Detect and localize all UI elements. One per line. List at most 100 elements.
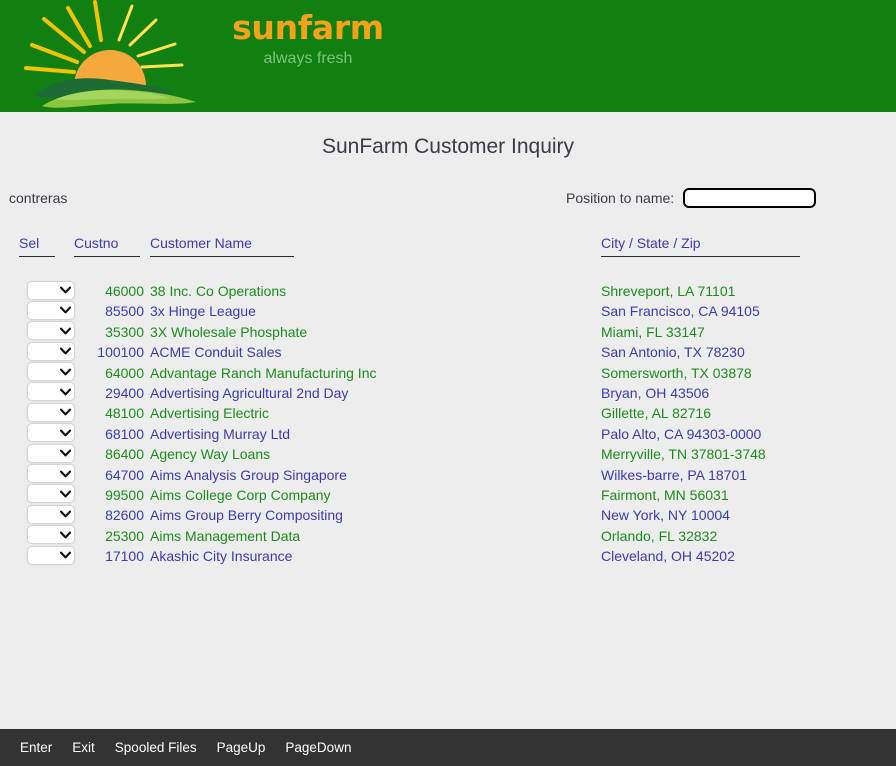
- table-row: 68100 Advertising Murray Ltd Palo Alto, CA…: [0, 422, 896, 444]
- cell-custno: 86400: [105, 446, 144, 463]
- row-select-cell: [27, 524, 75, 545]
- cell-customer-name: Akashic City Insurance: [150, 548, 293, 565]
- row-select-cell: [27, 483, 75, 504]
- context-bar: contreras Position to name:: [0, 182, 896, 216]
- row-select-cell: [27, 422, 75, 443]
- row-action-select-wrap: [27, 362, 75, 382]
- row-select-cell: [27, 299, 75, 320]
- cell-city-state-zip: Merryville, TN 37801-3748: [601, 446, 766, 463]
- row-action-select[interactable]: [27, 545, 75, 565]
- cell-customer-name: Advantage Ranch Manufacturing Inc: [150, 364, 377, 381]
- row-select-cell: [27, 381, 75, 402]
- row-action-select[interactable]: [27, 443, 75, 463]
- row-action-select-wrap: [27, 464, 75, 484]
- row-action-select[interactable]: [27, 341, 75, 361]
- brand-lockup: sunfarm always fresh: [158, 8, 458, 69]
- table-row: 85500 3x Hinge League San Francisco, CA 94…: [0, 299, 896, 321]
- table-row: 48100 Advertising Electric Gillette, AL 82…: [0, 401, 896, 423]
- cell-custno: 29400: [105, 384, 144, 401]
- row-action-select-wrap: [27, 484, 75, 504]
- table-row: 64700 Aims Analysis Group Singapore Wilkes…: [0, 464, 896, 485]
- brand-tagline: always fresh: [263, 50, 353, 67]
- function-key-enter[interactable]: Enter: [10, 736, 62, 760]
- cell-customer-name: Advertising Agricultural 2nd Day: [150, 384, 349, 401]
- row-select-cell: [27, 503, 75, 524]
- column-header-customer-name[interactable]: Customer Name: [150, 234, 294, 257]
- table-row: 29400 Advertising Agricultural 2nd Day Bry…: [0, 381, 896, 403]
- cell-custno: 82600: [105, 507, 144, 524]
- function-key-exit[interactable]: Exit: [62, 736, 105, 760]
- column-header-city-state-zip[interactable]: City / State / Zip: [601, 234, 800, 257]
- column-header-custno[interactable]: Custno: [74, 234, 140, 257]
- cell-city-state-zip: Palo Alto, CA 94303-0000: [601, 425, 762, 442]
- row-action-select[interactable]: [27, 280, 75, 300]
- cell-city-state-zip: New York, NY 10004: [601, 507, 730, 524]
- brand-name: sunfarm: [232, 8, 384, 47]
- row-select-cell: [27, 401, 75, 422]
- row-action-select[interactable]: [27, 382, 75, 402]
- cell-custno: 17100: [105, 548, 144, 565]
- app-header-banner: sunfarm always fresh: [0, 0, 896, 112]
- position-to-name-input[interactable]: [683, 188, 817, 208]
- cell-city-state-zip: Orlando, FL 32832: [601, 527, 718, 544]
- row-action-select-wrap: [27, 504, 75, 524]
- table-row: 64000 Advantage Ranch Manufacturing Inc So…: [0, 361, 896, 383]
- column-header-sel[interactable]: Sel: [19, 234, 55, 257]
- cell-custno: 35300: [105, 323, 144, 340]
- cell-custno: 99500: [105, 486, 144, 503]
- cell-customer-name: Aims Group Berry Compositing: [150, 507, 343, 524]
- cell-custno: 48100: [105, 405, 144, 422]
- row-action-select[interactable]: [27, 362, 75, 382]
- row-action-select-wrap: [27, 341, 75, 361]
- cell-customer-name: 38 Inc. Co Operations: [150, 283, 287, 299]
- cell-city-state-zip: Shreveport, LA 71101: [601, 283, 736, 299]
- cell-city-state-zip: San Antonio, TX 78230: [601, 344, 745, 361]
- row-action-select[interactable]: [27, 525, 75, 545]
- row-action-select-wrap: [27, 443, 75, 463]
- function-key-toolbar: Enter Exit Spooled Files PageUp PageDown: [0, 729, 896, 766]
- cell-custno: 25300: [105, 527, 144, 544]
- row-select-cell: [27, 361, 75, 382]
- cell-city-state-zip: Cleveland, OH 45202: [601, 548, 735, 565]
- row-select-cell: [27, 544, 75, 565]
- cell-customer-name: Advertising Murray Ltd: [150, 425, 291, 442]
- function-key-pageup[interactable]: PageUp: [207, 736, 276, 760]
- function-key-spooled-files[interactable]: Spooled Files: [105, 736, 207, 760]
- row-action-select[interactable]: [27, 321, 75, 341]
- row-action-select[interactable]: [27, 484, 75, 504]
- current-user-label: contreras: [9, 190, 68, 206]
- cell-city-state-zip: Bryan, OH 43506: [601, 384, 710, 401]
- row-action-select[interactable]: [27, 402, 75, 422]
- function-key-pagedown[interactable]: PageDown: [275, 736, 361, 760]
- row-action-select-wrap: [27, 321, 75, 341]
- row-select-cell: [27, 442, 75, 463]
- cell-customer-name: ACME Conduit Sales: [150, 344, 282, 361]
- cell-customer-name: 3X Wholesale Phosphate: [150, 323, 308, 340]
- table-row: 99500 Aims College Corp Company Fairmont, …: [0, 483, 896, 505]
- row-select-cell: [27, 320, 75, 341]
- row-action-select-wrap: [27, 402, 75, 422]
- cell-city-state-zip: Fairmont, MN 56031: [601, 486, 729, 503]
- cell-customer-name: Aims College Corp Company: [150, 486, 331, 503]
- cell-custno: 100100: [97, 344, 144, 361]
- position-to-name-label: Position to name:: [566, 189, 675, 206]
- cell-custno: 68100: [105, 425, 144, 442]
- cell-customer-name: 3x Hinge League: [150, 303, 256, 320]
- row-action-select[interactable]: [27, 504, 75, 524]
- cell-customer-name: Aims Analysis Group Singapore: [150, 466, 347, 483]
- cell-customer-name: Aims Management Data: [150, 527, 301, 544]
- cell-custno: 64700: [105, 466, 144, 483]
- customer-grid: Sel Custno Customer Name City / State / …: [0, 234, 896, 566]
- row-action-select-wrap: [27, 423, 75, 443]
- cell-customer-name: Agency Way Loans: [150, 446, 271, 463]
- row-action-select[interactable]: [27, 423, 75, 443]
- row-action-select[interactable]: [27, 464, 75, 484]
- grid-body: 46000 38 Inc. Co Operations Shreveport, LA…: [0, 280, 896, 566]
- cell-custno: 64000: [105, 364, 144, 381]
- page-title: SunFarm Customer Inquiry: [321, 135, 575, 158]
- row-select-cell: [27, 340, 75, 361]
- row-action-select-wrap: [27, 280, 75, 300]
- row-action-select[interactable]: [27, 300, 75, 320]
- cell-city-state-zip: Gillette, AL 82716: [601, 405, 712, 422]
- table-row: 25300 Aims Management Data Orlando, FL 328…: [0, 524, 896, 546]
